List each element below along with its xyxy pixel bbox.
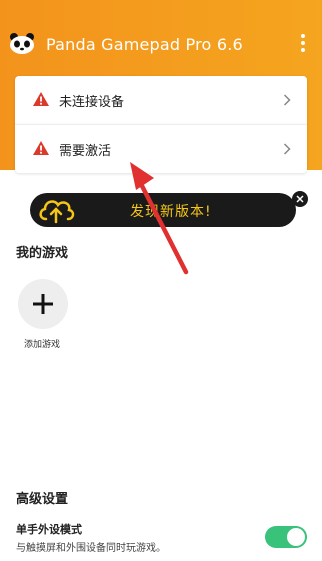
more-vert-icon[interactable] — [296, 34, 310, 54]
panda-icon — [10, 33, 34, 54]
add-game-button[interactable] — [18, 279, 68, 329]
warning-icon — [33, 92, 49, 106]
plus-icon — [33, 294, 53, 314]
advanced-settings-title: 高级设置 — [16, 492, 69, 507]
cloud-upload-icon — [39, 200, 75, 224]
single-hand-mode-toggle[interactable] — [265, 526, 307, 548]
warning-icon — [33, 141, 49, 155]
single-hand-mode-title: 单手外设模式 — [16, 523, 82, 536]
device-status-label: 未连接设备 — [59, 95, 125, 110]
update-banner-text: 发现新版本! — [130, 204, 212, 220]
update-banner[interactable]: 发现新版本! — [30, 193, 296, 227]
activation-status-row[interactable]: 需要激活 — [15, 124, 307, 173]
device-status-row[interactable]: 未连接设备 — [15, 76, 307, 124]
single-hand-mode-description: 与触摸屏和外围设备同时玩游戏。 — [16, 543, 166, 554]
activation-status-label: 需要激活 — [59, 144, 112, 159]
app-title: Panda Gamepad Pro 6.6 — [46, 35, 243, 54]
chevron-right-icon — [283, 94, 291, 106]
close-icon[interactable] — [292, 191, 308, 207]
chevron-right-icon — [283, 143, 291, 155]
my-games-title: 我的游戏 — [16, 246, 69, 261]
add-game-label: 添加游戏 — [24, 340, 61, 350]
toggle-knob — [287, 528, 305, 546]
